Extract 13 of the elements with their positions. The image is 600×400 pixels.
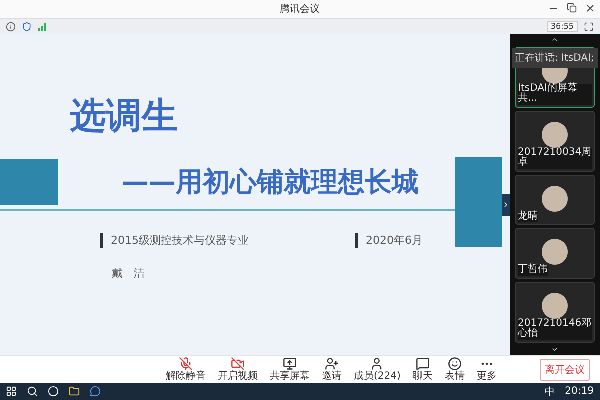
author-name: 戴 洁 [112,266,146,281]
window-title: 腾讯会议 [280,2,320,16]
participant-name: 龙晴 [518,212,538,222]
participant-name: 2017210034周卓 [518,148,592,168]
slide-subtitle: ——用初心铺就理想长城 [122,166,420,200]
meeting-timer: 36:55 [546,21,578,32]
major-text: 2015级测控技术与仪器专业 [100,233,355,248]
participant-name: ItsDAI的屏幕共... [518,84,592,104]
slide-title: 选调生 [70,95,179,139]
participant-name: 2017210146邓心怡 [518,318,592,340]
participant-name: 丁哲伟 [518,265,548,276]
date-text: 2020年6月 [355,233,445,248]
speaking-toast: 正在讲话: ItsDAI; [512,48,598,68]
